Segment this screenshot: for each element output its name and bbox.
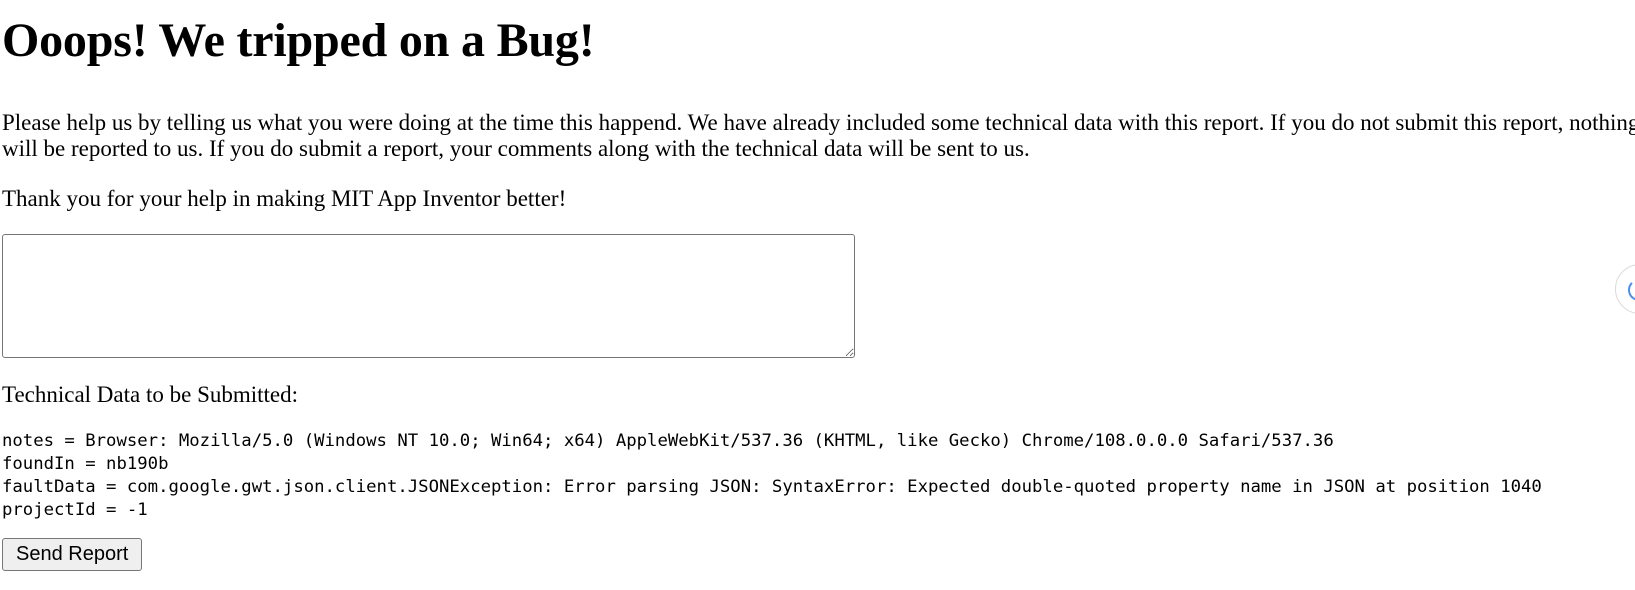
thanks-text: Thank you for your help in making MIT Ap… <box>2 186 567 211</box>
loading-spinner-icon <box>1628 279 1635 301</box>
tech-line-notes: notes = Browser: Mozilla/5.0 (Windows NT… <box>2 431 1334 451</box>
tech-line-project-id: projectId = -1 <box>2 500 148 520</box>
intro-text: Please help us by telling us what you we… <box>2 110 1635 161</box>
tech-line-found-in: foundIn = nb190b <box>2 454 169 474</box>
send-report-button[interactable]: Send Report <box>2 538 143 571</box>
tech-data-block: notes = Browser: Mozilla/5.0 (Windows NT… <box>2 430 1627 522</box>
tech-line-fault-data: faultData = com.google.gwt.json.client.J… <box>2 477 1542 497</box>
bug-report-page: Ooops! We tripped on a Bug! Please help … <box>2 0 1635 571</box>
page-title: Ooops! We tripped on a Bug! <box>2 14 595 67</box>
comments-textarea[interactable] <box>2 234 855 358</box>
tech-data-title: Technical Data to be Submitted: <box>2 382 299 407</box>
